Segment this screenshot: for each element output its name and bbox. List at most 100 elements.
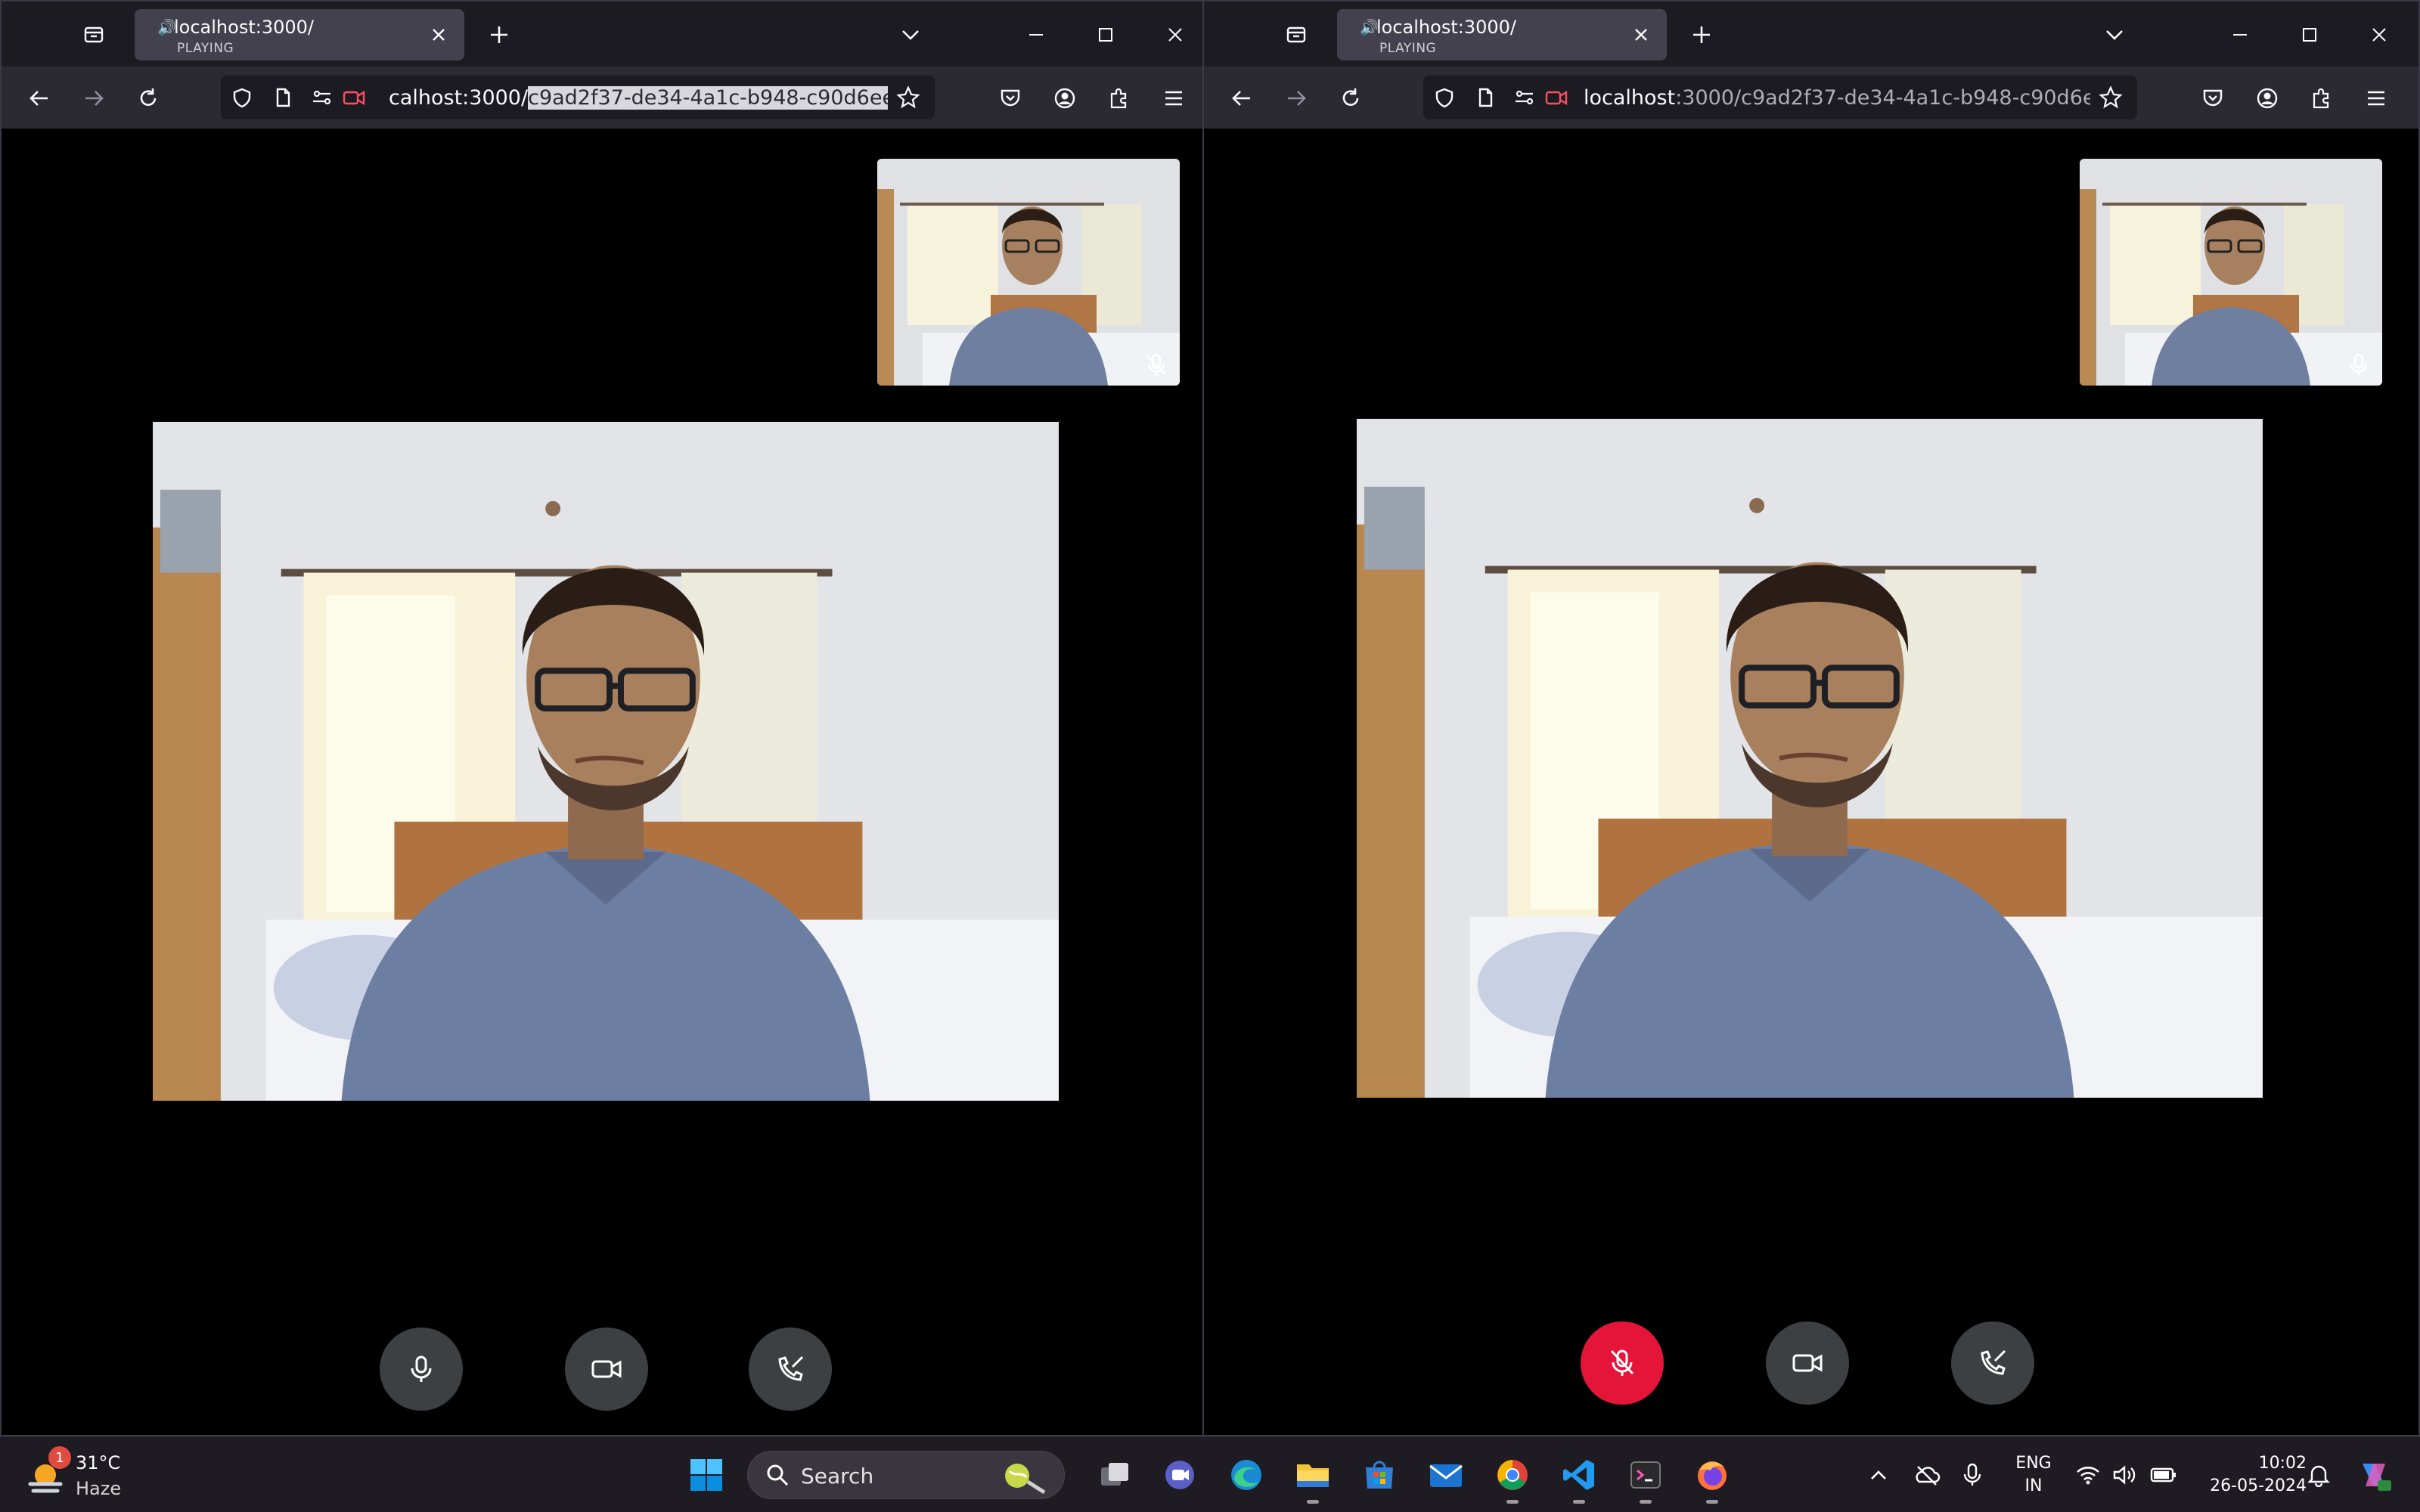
store-button[interactable]	[1357, 1452, 1402, 1498]
taskbar-search[interactable]: Search	[747, 1451, 1065, 1499]
list-all-tabs-button[interactable]	[2098, 18, 2131, 51]
close-window-button[interactable]	[2360, 15, 2399, 54]
bell-icon	[2307, 1465, 2330, 1487]
reload-icon	[140, 88, 157, 106]
permissions-icon[interactable]	[1512, 85, 1537, 110]
close-tab-button[interactable]	[427, 23, 451, 47]
extensions-button[interactable]	[2304, 80, 2340, 116]
url-bar[interactable]: localhost:3000/c9ad2f37-de34-4a1c-b948-c…	[1423, 76, 2137, 119]
permissions-icon[interactable]	[310, 85, 334, 110]
pocket-button[interactable]	[992, 80, 1028, 116]
shield-icon[interactable]	[1432, 85, 1457, 110]
terminal-icon	[1630, 1461, 1661, 1489]
new-tab-button[interactable]	[1685, 18, 1718, 51]
minimize-icon	[1029, 34, 1043, 36]
url-bar[interactable]: calhost:3000/c9ad2f37-de34-4a1c-b948-c90…	[221, 76, 935, 119]
battery-button[interactable]	[2145, 1452, 2183, 1498]
url-path: :3000/c9ad2f37-de34-4a1c-b948-c90d6ee326	[1675, 86, 2090, 110]
microphone-toggle-button[interactable]	[380, 1328, 463, 1411]
edge-button[interactable]	[1224, 1452, 1269, 1498]
forward-button[interactable]	[1278, 80, 1314, 116]
shield-icon[interactable]	[230, 85, 254, 110]
firefox-view-button[interactable]	[74, 18, 113, 51]
start-button[interactable]	[684, 1452, 729, 1498]
camera-feed-image	[153, 422, 1059, 1101]
terminal-button[interactable]	[1623, 1452, 1668, 1504]
reload-button[interactable]	[1333, 80, 1369, 116]
firefox-button[interactable]	[1689, 1452, 1735, 1504]
account-button[interactable]	[1047, 80, 1083, 116]
end-call-button[interactable]	[1951, 1321, 2034, 1405]
phone-off-icon	[1981, 1349, 2006, 1375]
page-icon[interactable]	[1473, 85, 1497, 110]
arrow-right-icon	[85, 91, 104, 106]
wifi-button[interactable]	[2069, 1452, 2107, 1498]
new-tab-button[interactable]	[482, 18, 516, 51]
pocket-icon	[2203, 89, 2223, 107]
maximize-button[interactable]	[1086, 15, 1125, 54]
show-hidden-icons-button[interactable]	[1856, 1452, 1901, 1498]
search-icon	[767, 1464, 789, 1486]
weather-widget[interactable]: 1 31°C Haze	[23, 1446, 151, 1504]
close-tab-button[interactable]	[1629, 23, 1653, 47]
page-content	[1204, 129, 2418, 1435]
end-call-button[interactable]	[749, 1328, 832, 1411]
pocket-button[interactable]	[2195, 80, 2231, 116]
microphone-toggle-button[interactable]	[1581, 1321, 1664, 1405]
camera-toggle-button[interactable]	[1766, 1321, 1849, 1405]
store-icon	[1366, 1461, 1393, 1489]
teams-chat-icon	[1165, 1461, 1194, 1489]
minimize-button[interactable]	[1016, 15, 1056, 54]
forward-button[interactable]	[76, 80, 112, 116]
reload-button[interactable]	[130, 80, 166, 116]
search-highlight-icon	[1005, 1464, 1046, 1495]
list-all-tabs-button[interactable]	[894, 18, 927, 51]
bookmark-button[interactable]	[2098, 85, 2124, 110]
microphone-icon	[2346, 352, 2372, 378]
microphone-in-use-button[interactable]	[1950, 1452, 1995, 1498]
microphone-icon	[411, 1356, 432, 1382]
edge-icon	[1231, 1460, 1261, 1490]
vscode-button[interactable]	[1556, 1452, 1602, 1504]
copilot-button[interactable]	[2347, 1452, 2400, 1498]
chrome-button[interactable]	[1490, 1452, 1535, 1504]
back-button[interactable]	[21, 80, 57, 116]
page-icon[interactable]	[271, 85, 295, 110]
url-text[interactable]: localhost:3000/c9ad2f37-de34-4a1c-b948-c…	[1584, 86, 2090, 110]
file-explorer-button[interactable]	[1290, 1452, 1336, 1504]
task-view-button[interactable]	[1092, 1452, 1137, 1498]
teams-chat-button[interactable]	[1157, 1452, 1202, 1498]
bookmark-button[interactable]	[895, 85, 921, 110]
menu-button[interactable]	[2358, 80, 2394, 116]
camera-sharing-icon[interactable]	[1544, 85, 1568, 110]
onedrive-button[interactable]	[1904, 1452, 1950, 1498]
firefox-view-button[interactable]	[1277, 18, 1316, 51]
extensions-button[interactable]	[1101, 80, 1137, 116]
microphone-off-icon	[1610, 1349, 1634, 1376]
back-button[interactable]	[1224, 80, 1260, 116]
tab-status: PLAYING	[177, 41, 234, 56]
minimize-button[interactable]	[2220, 15, 2260, 54]
account-button[interactable]	[2249, 80, 2285, 116]
volume-button[interactable]	[2105, 1452, 2143, 1498]
notifications-button[interactable]	[2296, 1452, 2341, 1498]
tab-localhost[interactable]: 🔊 localhost:3000/ PLAYING	[1337, 9, 1667, 60]
file-explorer-icon	[1297, 1464, 1329, 1487]
clock[interactable]: 10:02 26-05-2024	[2193, 1452, 2307, 1498]
url-text[interactable]: calhost:3000/c9ad2f37-de34-4a1c-b948-c90…	[389, 86, 888, 110]
close-window-button[interactable]	[1156, 15, 1195, 54]
camera-toggle-button[interactable]	[565, 1328, 648, 1411]
mail-button[interactable]	[1423, 1452, 1469, 1498]
input-language[interactable]: ENG IN	[2006, 1452, 2062, 1498]
pocket-icon	[1001, 89, 1020, 107]
desktop: 🔊 localhost:3000/ PLAYING calhost:3000/c…	[0, 0, 2420, 1512]
camera-sharing-icon[interactable]	[342, 85, 366, 110]
chevron-down-icon	[902, 30, 919, 40]
menu-button[interactable]	[1156, 80, 1192, 116]
tab-localhost[interactable]: 🔊 localhost:3000/ PLAYING	[135, 9, 464, 60]
maximize-button[interactable]	[2290, 15, 2329, 54]
close-icon	[433, 29, 445, 41]
video-camera-icon	[1792, 1354, 1823, 1372]
language-code: ENG	[2015, 1454, 2052, 1473]
volume-icon	[2113, 1465, 2136, 1485]
